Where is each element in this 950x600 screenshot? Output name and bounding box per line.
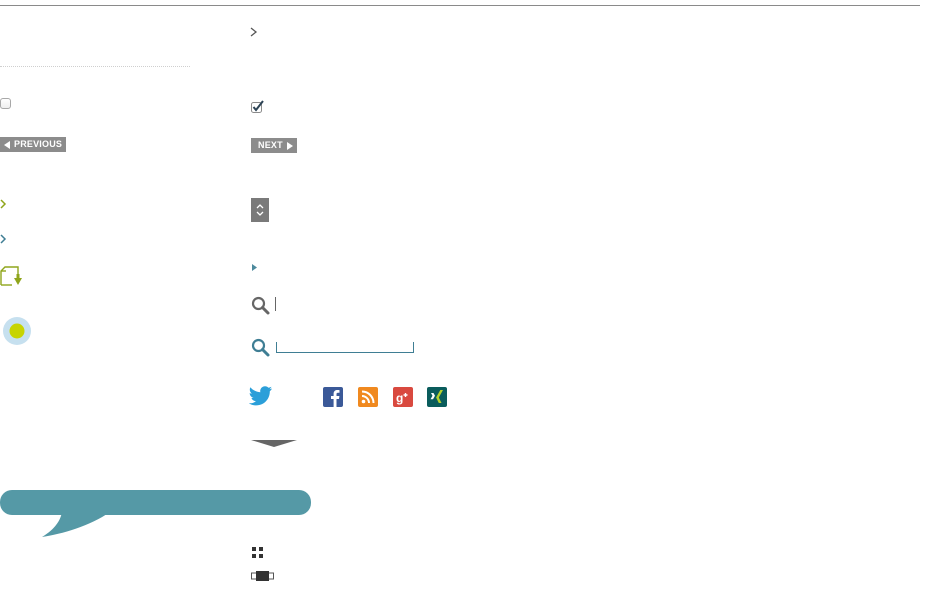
folder-download-icon[interactable] [0,265,26,287]
play-triangle-icon[interactable] [251,263,259,272]
search-icon[interactable] [251,296,271,316]
search-input[interactable] [276,342,414,353]
top-divider [0,5,920,6]
chevron-right-icon[interactable] [249,26,259,38]
twitter-icon[interactable] [249,386,273,406]
search-input-cursor[interactable] [275,297,276,311]
dropdown-caret-icon[interactable] [251,440,299,448]
svg-text:g: g [396,391,403,405]
slider-handle-icon[interactable] [251,570,275,582]
dotted-divider [0,66,190,67]
green-chevron-icon[interactable] [0,199,8,209]
facebook-icon[interactable] [323,387,343,407]
google-plus-icon[interactable]: g [393,387,413,407]
checked-checkbox-icon[interactable] [251,100,265,115]
search-icon[interactable] [251,338,271,358]
next-label: NEXT [258,140,283,150]
select-arrows-control[interactable] [251,198,269,222]
next-arrow-icon [286,141,293,150]
xing-icon[interactable] [427,387,447,407]
checkbox-unchecked[interactable] [0,98,11,109]
rss-icon[interactable] [358,387,378,407]
radio-dot-icon[interactable] [2,316,32,346]
select-arrows-icon [256,204,264,216]
blue-chevron-icon[interactable] [0,234,8,244]
speech-bubble [0,490,311,537]
previous-label: PREVIOUS [14,139,63,149]
previous-button[interactable]: PREVIOUS [0,137,67,152]
grid-icon[interactable] [251,546,265,560]
next-button[interactable]: NEXT [251,138,297,153]
previous-arrow-icon [4,140,10,149]
